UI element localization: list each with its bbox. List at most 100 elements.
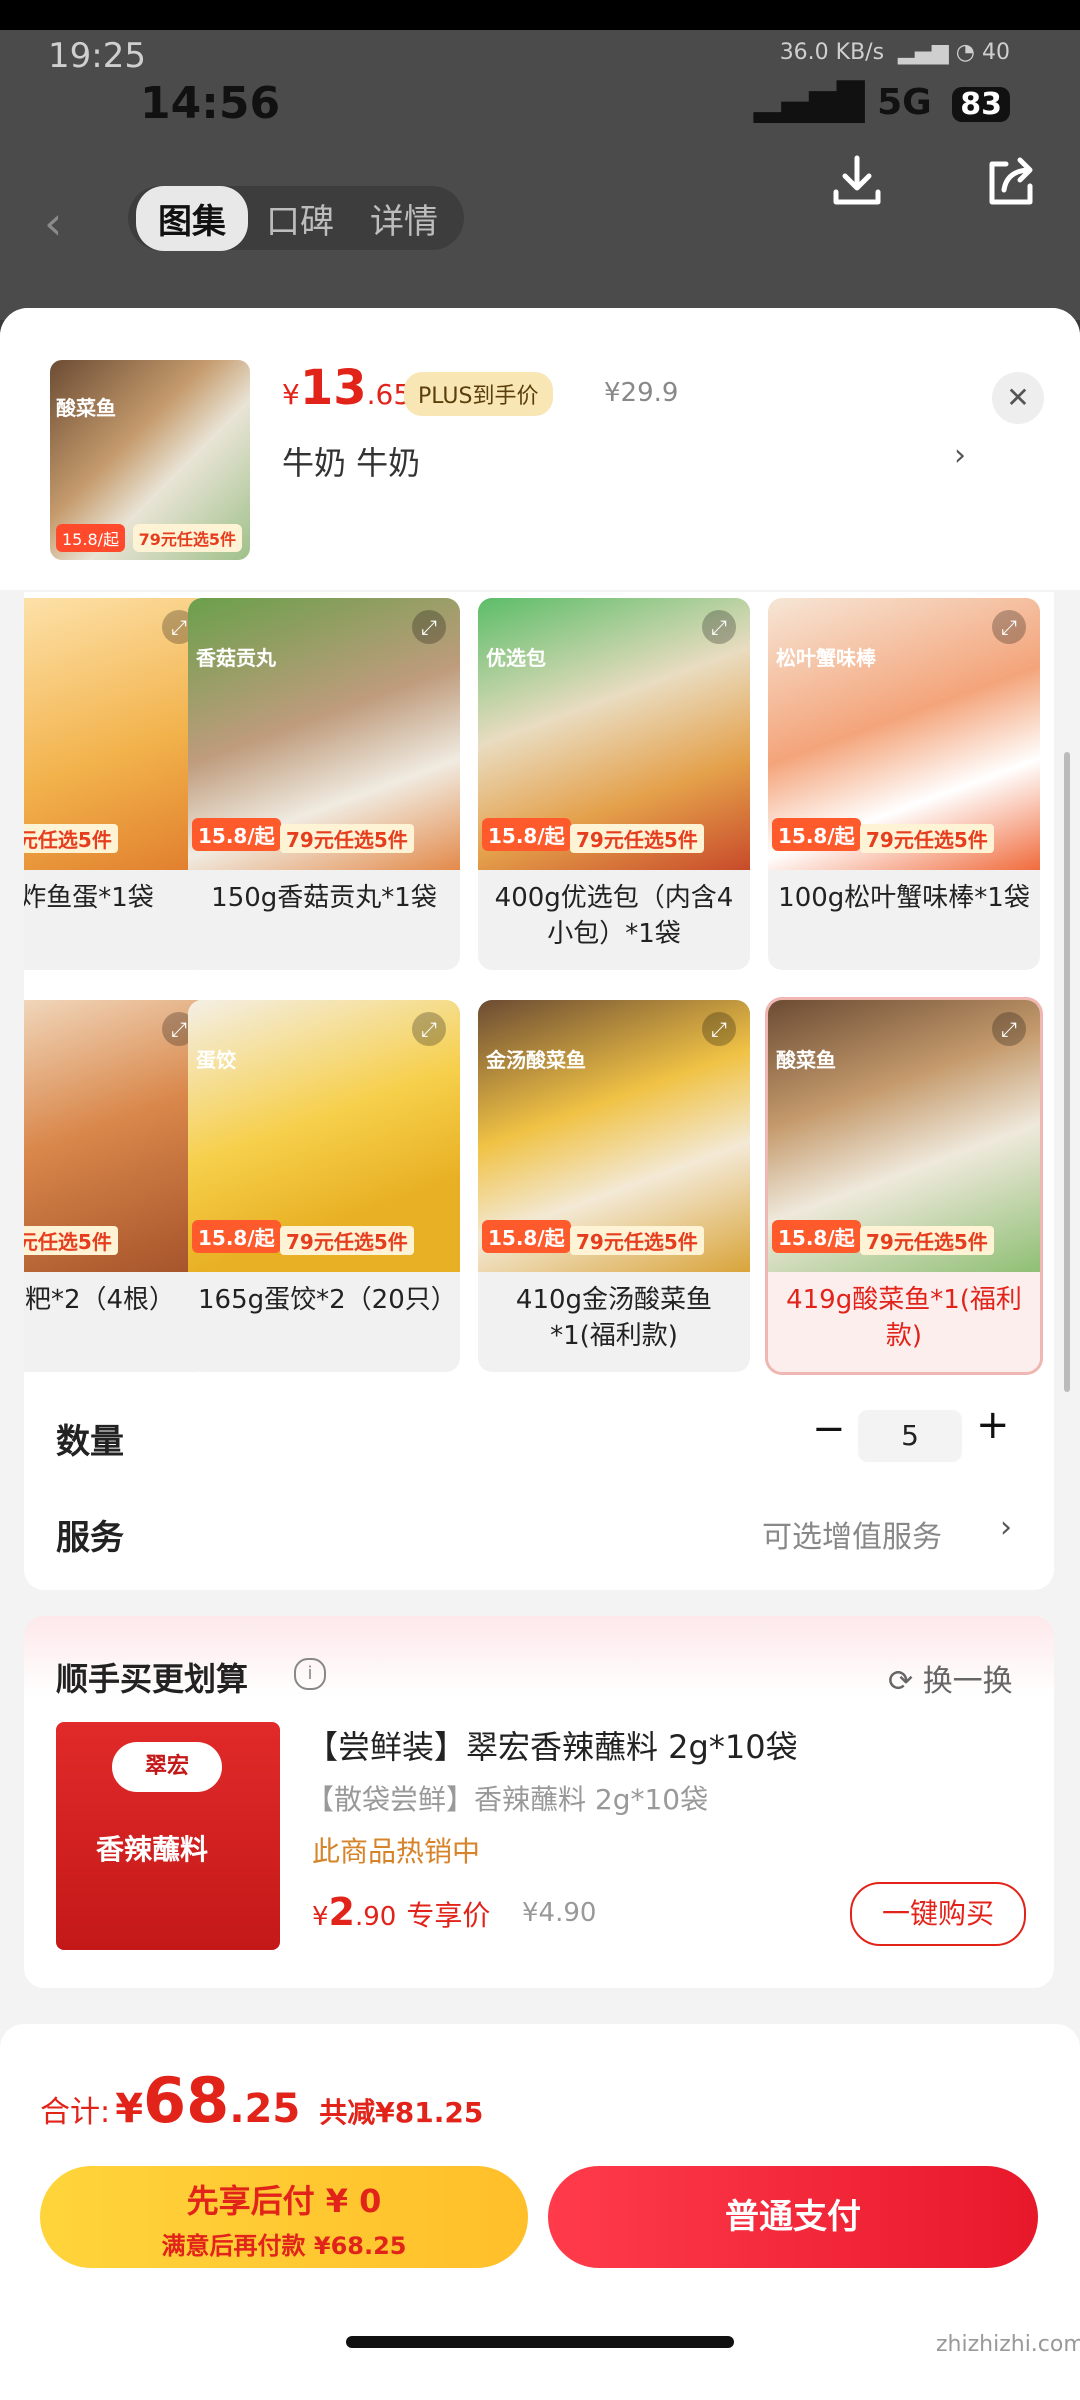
- expand-icon[interactable]: ⤢: [992, 610, 1026, 644]
- option-label: 410g金汤酸菜鱼*1(福利款): [515, 1285, 713, 1351]
- network-label: 5G: [877, 82, 932, 123]
- refresh-button[interactable]: ⟳ 换一换: [888, 1656, 1013, 1700]
- normal-pay-button[interactable]: 普通支付: [548, 2166, 1038, 2268]
- back-arrow-icon[interactable]: ‹: [44, 196, 62, 250]
- option-card[interactable]: 优选包 15.8/起 79元任选5件 ⤢ 400g优选包（内含4小包）*1袋: [478, 598, 750, 970]
- download-icon[interactable]: [828, 152, 886, 210]
- chevron-right-icon[interactable]: ›: [1000, 1510, 1012, 1545]
- option-label: 糖糍粑*2（4根）: [24, 1285, 176, 1315]
- addon-price-symbol: ¥: [312, 1902, 329, 1932]
- addon-image[interactable]: 翠宏 香辣蘸料: [56, 1722, 280, 1950]
- quantity-input[interactable]: 5: [858, 1410, 962, 1462]
- tab-details[interactable]: 详情: [352, 194, 456, 243]
- option-card[interactable]: 蛋饺 15.8/起 79元任选5件 ⤢ 165g蛋饺*2（20只）: [188, 1000, 460, 1372]
- option-label: 好炸鱼蛋*1袋: [24, 883, 154, 913]
- selected-variant[interactable]: 牛奶 牛奶: [282, 438, 420, 484]
- increase-button[interactable]: +: [976, 1402, 1010, 1448]
- option-promo: 79元任选5件: [280, 824, 414, 853]
- product-price: ¥13.65: [282, 360, 411, 416]
- product-thumbnail[interactable]: 酸菜鱼 15.8/起 79元任选5件: [50, 360, 250, 560]
- thumb-price-tag: 15.8/起: [56, 524, 126, 552]
- close-icon[interactable]: ✕: [992, 372, 1044, 424]
- thumb-promo: 79元任选5件: [132, 524, 242, 552]
- net-speed: 36.0 KB/s: [779, 40, 885, 65]
- plus-badge: PLUS到手价: [404, 372, 553, 416]
- option-card[interactable]: 金汤酸菜鱼 15.8/起 79元任选5件 ⤢ 410g金汤酸菜鱼*1(福利款): [478, 1000, 750, 1372]
- option-price-tag: 15.8/起: [482, 818, 571, 851]
- pay-later-subtitle: 满意后再付款 ¥68.25: [161, 2232, 407, 2260]
- status-time: 14:56: [140, 78, 281, 129]
- option-promo: 79元任选5件: [570, 824, 704, 853]
- option-price-tag: 15.8/起: [192, 818, 281, 851]
- home-indicator[interactable]: [346, 2336, 734, 2348]
- info-icon[interactable]: i: [294, 1658, 326, 1690]
- option-image-title: 金汤酸菜鱼: [486, 1048, 586, 1072]
- option-card[interactable]: 9元任选5件⤢糖糍粑*2（4根）: [24, 1000, 210, 1372]
- expand-icon[interactable]: ⤢: [702, 1012, 736, 1046]
- total-savings: 共减¥81.25: [319, 2096, 484, 2129]
- battery-icon: 83: [952, 87, 1010, 122]
- expand-icon[interactable]: ⤢: [412, 610, 446, 644]
- tab-reviews[interactable]: 口碑: [248, 194, 352, 243]
- service-label: 服务: [56, 1518, 124, 1558]
- expand-icon[interactable]: ⤢: [412, 1012, 446, 1046]
- addon-price-dec: .90: [355, 1902, 397, 1932]
- thumb-title: 酸菜鱼: [56, 396, 116, 420]
- option-label: 400g优选包（内含4小包）*1袋: [494, 883, 734, 949]
- option-promo: 79元任选5件: [570, 1226, 704, 1255]
- option-price-tag: 15.8/起: [772, 818, 861, 851]
- expand-icon[interactable]: ⤢: [992, 1012, 1026, 1046]
- option-card[interactable]: 9元任选5件⤢好炸鱼蛋*1袋: [24, 598, 210, 970]
- refresh-label: 换一换: [922, 1664, 1013, 1699]
- option-card[interactable]: 香菇贡丸 15.8/起 79元任选5件 ⤢ 150g香菇贡丸*1袋: [188, 598, 460, 970]
- brand-logo: 翠宏: [112, 1742, 222, 1792]
- addon-title: 顺手买更划算: [56, 1660, 249, 1698]
- option-card[interactable]: 酸菜鱼 15.8/起 79元任选5件 ⤢ 419g酸菜鱼*1(福利款): [765, 997, 1043, 1375]
- top-black-bar: [0, 0, 1080, 30]
- option-promo: 9元任选5件: [24, 1226, 118, 1255]
- addon-original-price: ¥4.90: [522, 1898, 597, 1928]
- addon-price: ¥2.90 专享价: [312, 1890, 490, 1934]
- quantity-label: 数量: [56, 1422, 124, 1462]
- one-click-buy-button[interactable]: 一键购买: [850, 1882, 1026, 1946]
- share-icon[interactable]: [982, 152, 1040, 210]
- option-promo: 79元任选5件: [860, 1226, 994, 1255]
- chevron-right-icon[interactable]: ›: [954, 438, 966, 473]
- pack-text: 香辣蘸料: [96, 1833, 209, 1866]
- addon-price-int: 2: [328, 1890, 355, 1934]
- expand-icon[interactable]: ⤢: [702, 610, 736, 644]
- addon-price-note: 专享价: [406, 1899, 491, 1932]
- dimmed-background: [0, 30, 1080, 320]
- status-right: ▂▄▆█ 5G 83: [754, 82, 1010, 123]
- back-status-time: 19:25: [48, 36, 146, 76]
- hot-sale-text: 此商品热销中: [312, 1835, 481, 1868]
- option-image-title: 优选包: [486, 646, 546, 670]
- total-dec: .25: [229, 2086, 301, 2132]
- option-image-title: 松叶蟹味棒: [776, 646, 876, 670]
- back-battery: 40: [982, 40, 1010, 65]
- service-value[interactable]: 可选增值服务: [762, 1512, 942, 1556]
- option-image-title: 酸菜鱼: [776, 1048, 836, 1072]
- option-card[interactable]: 松叶蟹味棒 15.8/起 79元任选5件 ⤢ 100g松叶蟹味棒*1袋: [768, 598, 1040, 970]
- addon-name[interactable]: 【尝鲜装】翠宏香辣蘸料 2g*10袋: [306, 1722, 798, 1768]
- price-int: 13: [299, 360, 367, 416]
- option-promo: 79元任选5件: [860, 824, 994, 853]
- total-label: 合计:: [40, 2095, 111, 2130]
- option-price-tag: 15.8/起: [482, 1220, 571, 1253]
- watermark: zhizhizhi.com: [936, 2332, 1080, 2357]
- option-label: 100g松叶蟹味棒*1袋: [778, 883, 1030, 913]
- addon-subtitle: 【散袋尝鲜】香辣蘸料 2g*10袋: [306, 1783, 709, 1816]
- option-image-title: 香菇贡丸: [196, 646, 276, 670]
- tab-gallery[interactable]: 图集: [136, 185, 248, 251]
- pay-later-button[interactable]: 先享后付 ¥ 0 满意后再付款 ¥68.25: [40, 2166, 528, 2268]
- price-symbol: ¥: [282, 378, 300, 411]
- option-image-title: 蛋饺: [196, 1048, 236, 1072]
- option-label: 150g香菇贡丸*1袋: [211, 883, 437, 913]
- scrollbar[interactable]: [1064, 752, 1070, 1392]
- signal-icon: ▂▄▆█: [753, 82, 865, 123]
- pay-later-title: 先享后付 ¥ 0: [186, 2182, 382, 2220]
- option-label: 419g酸菜鱼*1(福利款): [786, 1285, 1022, 1351]
- decrease-button[interactable]: −: [812, 1406, 846, 1452]
- total-int: 68: [143, 2064, 230, 2137]
- option-promo: 9元任选5件: [24, 824, 118, 853]
